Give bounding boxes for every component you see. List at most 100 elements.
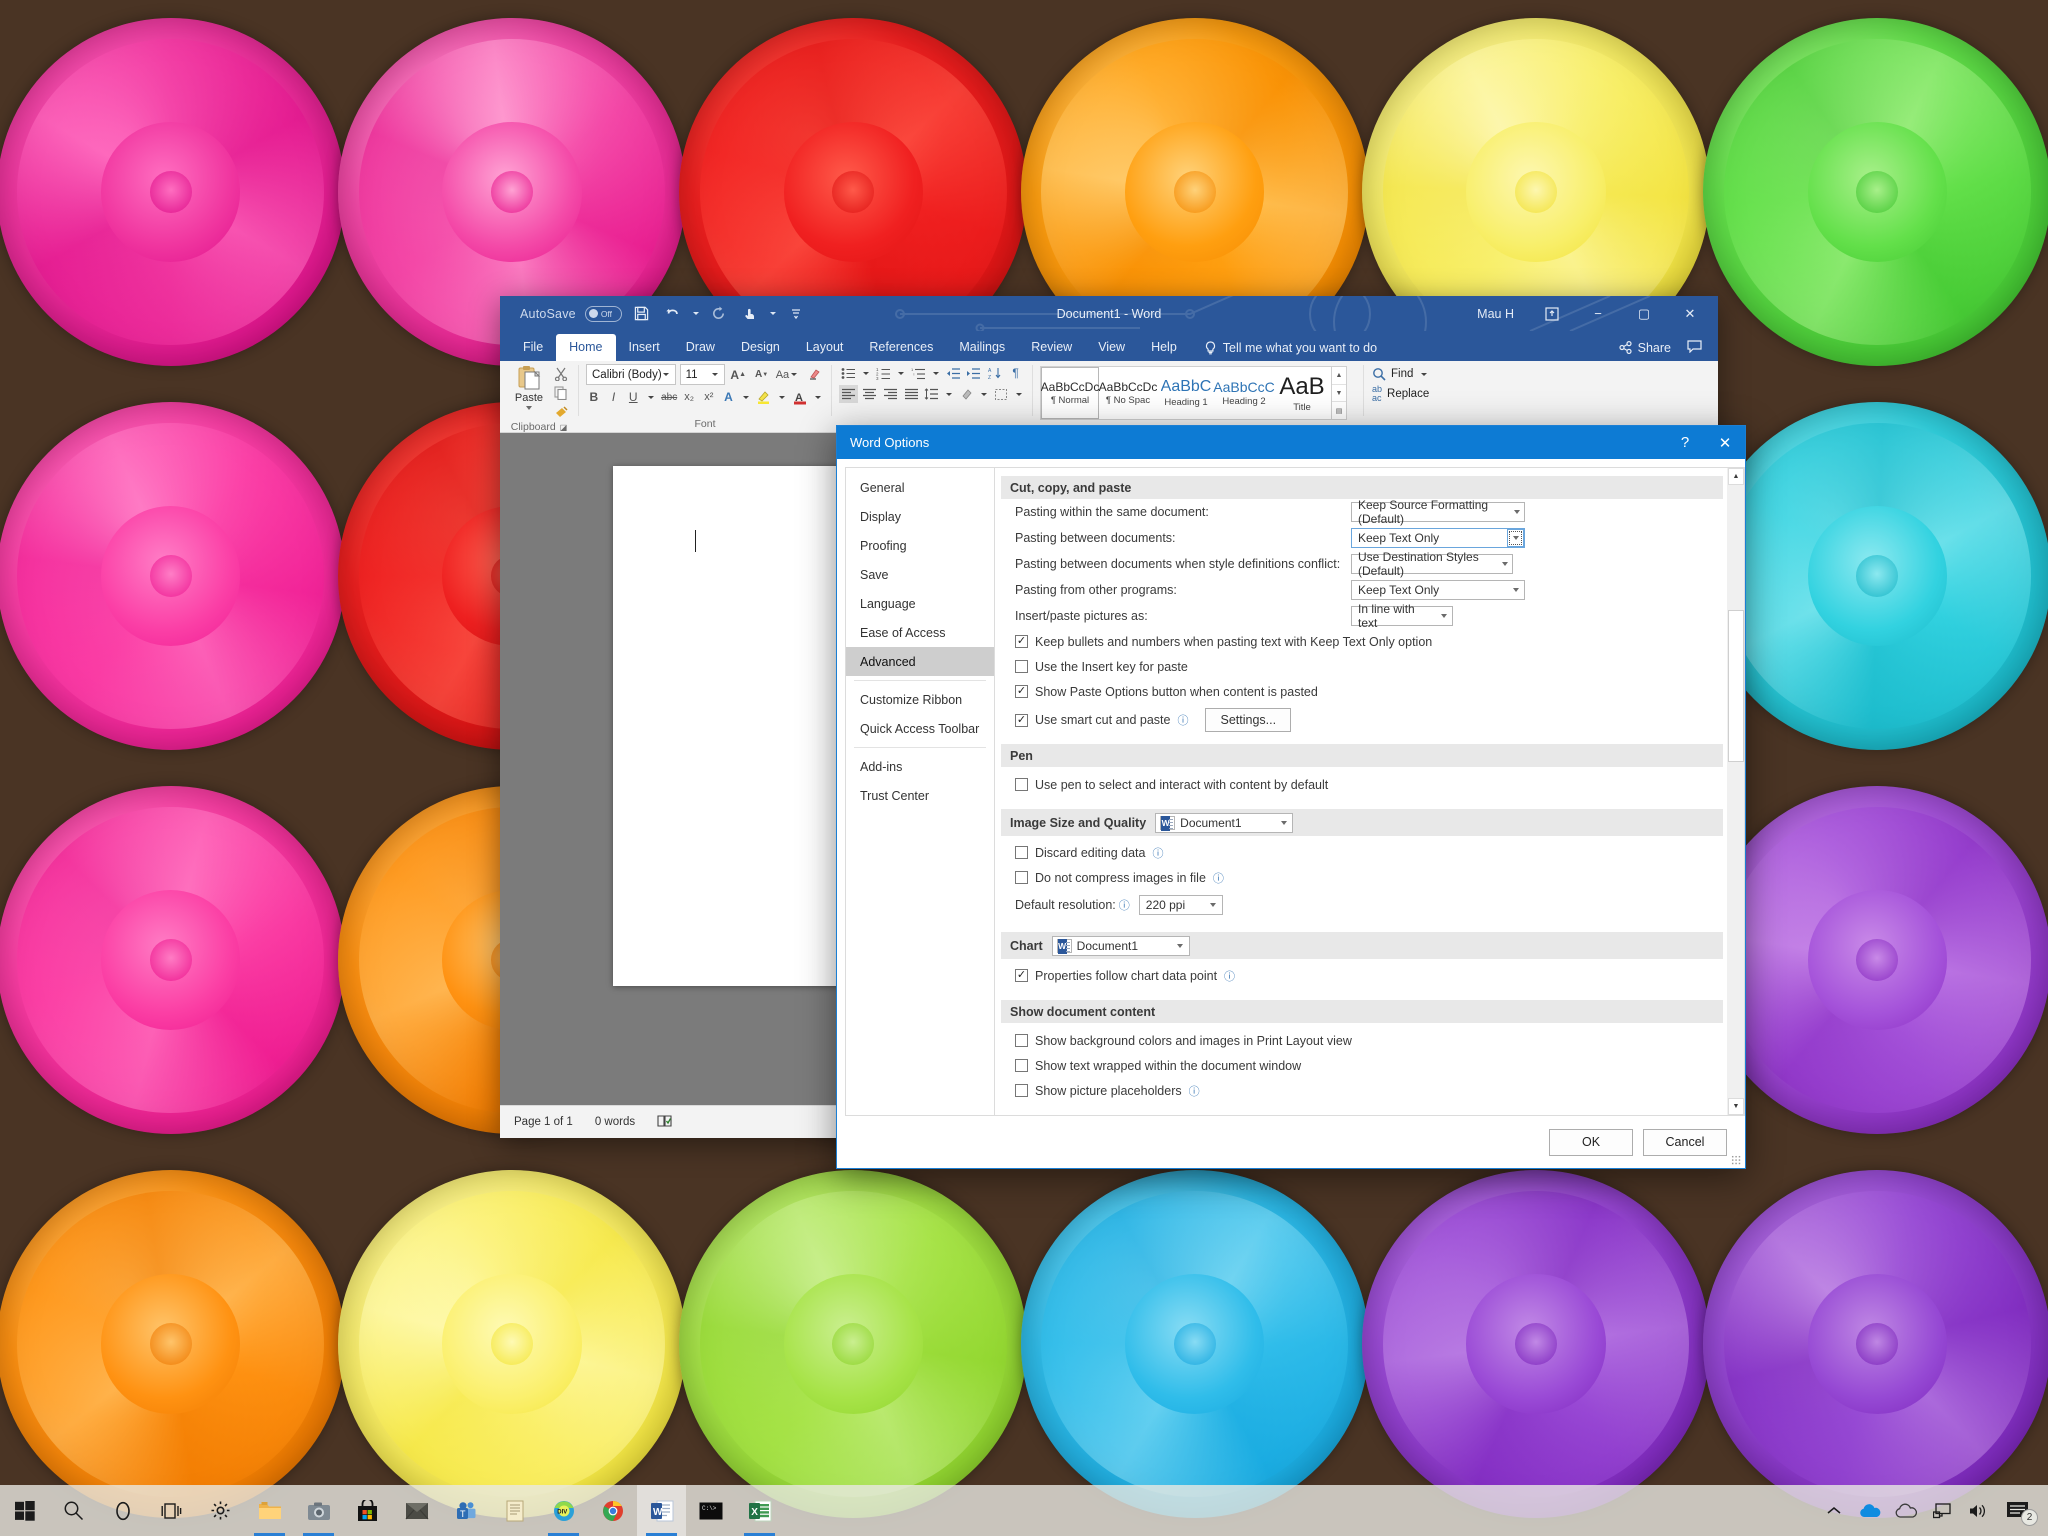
checkbox-insert-key-paste[interactable] — [1015, 660, 1028, 673]
sidebar-item-display[interactable]: Display — [846, 502, 994, 531]
borders-dropdown-icon[interactable] — [1016, 392, 1023, 396]
find-dropdown-icon[interactable] — [1421, 372, 1428, 376]
tab-view[interactable]: View — [1085, 334, 1138, 361]
format-painter-icon[interactable] — [551, 403, 571, 421]
touch-mode-dropdown-icon[interactable] — [769, 312, 776, 315]
info-icon-default-resolution[interactable]: ⓘ — [1119, 897, 1130, 913]
styles-gallery-scroll[interactable]: ▲ ▼ ▤ — [1331, 367, 1346, 419]
increase-indent-icon[interactable] — [964, 364, 983, 382]
show-hidden-icons-icon[interactable] — [1816, 1485, 1852, 1536]
bullets-icon[interactable] — [839, 364, 858, 382]
bullets-dropdown-icon[interactable] — [862, 371, 869, 375]
search-icon[interactable] — [49, 1485, 98, 1536]
checkbox-use-pen[interactable] — [1015, 778, 1028, 791]
combobox-arrow-resolution[interactable] — [1205, 896, 1222, 914]
tab-design[interactable]: Design — [728, 334, 793, 361]
comments-icon[interactable] — [1687, 339, 1702, 356]
combobox-arrow-image-scope[interactable] — [1275, 814, 1292, 832]
sidebar-item-advanced[interactable]: Advanced — [846, 647, 994, 676]
combobox-arrow-5[interactable] — [1435, 607, 1452, 625]
checkbox-show-picture-placeholders[interactable] — [1015, 1084, 1028, 1097]
settings-button[interactable]: Settings... — [1205, 708, 1292, 732]
redo-icon[interactable] — [708, 303, 730, 325]
highlight-dropdown-icon[interactable] — [779, 395, 786, 399]
checkbox-show-background-colors[interactable] — [1015, 1034, 1028, 1047]
help-button[interactable]: ? — [1665, 426, 1705, 459]
checkbox-smart-cut-paste[interactable] — [1015, 713, 1028, 727]
cortana-icon[interactable] — [98, 1485, 147, 1536]
borders-icon[interactable] — [992, 385, 1011, 403]
touch-mode-icon[interactable] — [739, 303, 761, 325]
checkbox-show-text-wrapped[interactable] — [1015, 1059, 1028, 1072]
autosave-toggle[interactable]: Off — [584, 305, 622, 322]
decrease-indent-icon[interactable] — [944, 364, 963, 382]
combobox-pasting-between-documents[interactable]: Keep Text Only — [1351, 528, 1525, 548]
font-name-combobox[interactable]: Calibri (Body) — [586, 364, 676, 385]
italic-button[interactable]: I — [606, 388, 622, 406]
combobox-arrow-3[interactable] — [1498, 555, 1512, 573]
combobox-pasting-style-conflict[interactable]: Use Destination Styles (Default) — [1351, 550, 1513, 578]
save-icon[interactable] — [631, 303, 653, 325]
ribbon-display-options-icon[interactable] — [1530, 296, 1574, 331]
combobox-arrow-2[interactable] — [1507, 529, 1524, 547]
minimize-button[interactable]: − — [1576, 296, 1620, 331]
notepad-icon[interactable] — [490, 1485, 539, 1536]
checkbox-do-not-compress[interactable] — [1015, 871, 1028, 884]
tell-me-box[interactable]: Tell me what you want to do — [1190, 334, 1387, 361]
style-heading-2[interactable]: AaBbCcC Heading 2 — [1213, 367, 1274, 419]
sidebar-item-proofing[interactable]: Proofing — [846, 531, 994, 560]
subscript-button[interactable]: x₂ — [681, 388, 697, 406]
sort-icon[interactable]: AZ — [985, 364, 1004, 382]
maximize-button[interactable]: ▢ — [1622, 296, 1666, 331]
mail-icon[interactable] — [392, 1485, 441, 1536]
replace-button[interactable]: ab ac Replace — [1372, 385, 1476, 403]
font-color-dropdown-icon[interactable] — [815, 395, 822, 399]
terminal-icon[interactable]: C:\> — [686, 1485, 735, 1536]
resize-grip[interactable] — [1731, 1155, 1741, 1165]
combobox-default-resolution[interactable]: 220 ppi — [1138, 895, 1223, 915]
multilevel-list-icon[interactable]: 1i — [909, 364, 928, 382]
info-icon-discard-editing-data[interactable]: ⓘ — [1152, 845, 1163, 861]
onedrive-personal-icon[interactable] — [1852, 1485, 1888, 1536]
styles-scroll-down-icon[interactable]: ▼ — [1332, 385, 1346, 403]
line-spacing-dropdown-icon[interactable] — [946, 392, 953, 396]
sidebar-item-add-ins[interactable]: Add-ins — [846, 752, 994, 781]
checkbox-keep-bullets[interactable] — [1015, 635, 1028, 648]
checkbox-row-insert-key-paste[interactable]: Use the Insert key for paste — [1001, 654, 1723, 679]
text-effects-icon[interactable]: A — [721, 388, 737, 406]
tab-mailings[interactable]: Mailings — [946, 334, 1018, 361]
div-browser-icon[interactable]: DIV — [539, 1485, 588, 1536]
find-button[interactable]: Find — [1372, 367, 1476, 381]
dialog-close-button[interactable]: ✕ — [1705, 426, 1745, 459]
align-left-icon[interactable] — [839, 385, 858, 403]
tab-layout[interactable]: Layout — [793, 334, 857, 361]
word-icon[interactable]: W — [637, 1485, 686, 1536]
sidebar-item-trust-center[interactable]: Trust Center — [846, 781, 994, 810]
excel-icon[interactable]: X — [735, 1485, 784, 1536]
checkbox-discard-editing-data[interactable] — [1015, 846, 1028, 859]
multilevel-dropdown-icon[interactable] — [932, 371, 939, 375]
justify-icon[interactable] — [902, 385, 921, 403]
combobox-arrow-4[interactable] — [1507, 581, 1524, 599]
ok-button[interactable]: OK — [1549, 1128, 1633, 1156]
shading-dropdown-icon[interactable] — [981, 392, 988, 396]
customize-qat-icon[interactable] — [785, 303, 807, 325]
superscript-button[interactable]: x² — [701, 388, 717, 406]
style-normal[interactable]: AaBbCcDc ¶ Normal — [1041, 367, 1099, 419]
highlight-icon[interactable] — [756, 388, 772, 406]
tab-references[interactable]: References — [856, 334, 946, 361]
style-heading-1[interactable]: AaBbC Heading 1 — [1157, 367, 1215, 419]
checkbox-row-keep-bullets[interactable]: Keep bullets and numbers when pasting te… — [1001, 629, 1723, 654]
paste-dropdown-icon[interactable] — [526, 406, 532, 410]
checkbox-properties-follow-chart[interactable] — [1015, 969, 1028, 982]
shading-icon[interactable] — [957, 385, 976, 403]
text-effects-dropdown-icon[interactable] — [743, 395, 750, 399]
settings-icon[interactable] — [196, 1485, 245, 1536]
scrollbar-track[interactable] — [1728, 485, 1744, 1098]
bold-button[interactable]: B — [586, 388, 602, 406]
network-icon[interactable] — [1924, 1485, 1960, 1536]
checkbox-row-smart-cut-paste[interactable]: Use smart cut and paste ⓘ Settings... — [1001, 704, 1723, 736]
combobox-insert-paste-pictures-as[interactable]: In line with text — [1351, 602, 1453, 630]
styles-more-icon[interactable]: ▤ — [1332, 402, 1346, 419]
chrome-icon[interactable] — [588, 1485, 637, 1536]
